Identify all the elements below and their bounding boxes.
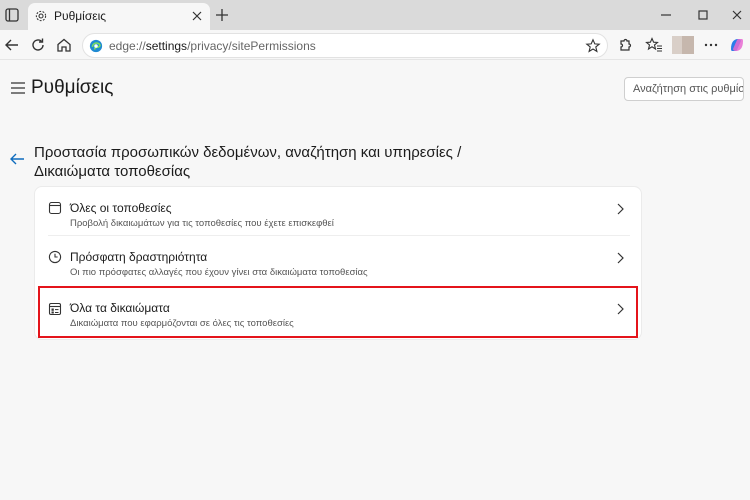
menu-icon[interactable]: [11, 82, 25, 94]
row-subtitle: Δικαιώματα που εφαρμόζονται σε όλες τις …: [70, 318, 294, 329]
maximize-icon[interactable]: [694, 6, 712, 24]
window-close-icon[interactable]: [728, 6, 746, 24]
row-title: Όλα τα δικαιώματα: [70, 301, 170, 315]
page-title: Ρυθμίσεις: [31, 77, 114, 98]
browser-window-icon: [48, 201, 62, 215]
heading-line-1: Προστασία προσωπικών δεδομένων, αναζήτησ…: [34, 144, 462, 161]
tab-title: Ρυθμίσεις: [54, 9, 107, 23]
browser-toolbar: edge://settings/privacy/sitePermissions: [0, 30, 750, 60]
chevron-right-icon: [617, 303, 624, 315]
search-placeholder: Αναζήτηση στις ρυθμίσεις: [633, 83, 743, 95]
close-icon[interactable]: [190, 9, 204, 23]
url-text: edge://settings/privacy/sitePermissions: [109, 39, 316, 53]
favorites-icon[interactable]: [645, 36, 663, 54]
back-icon[interactable]: [3, 36, 21, 54]
home-icon[interactable]: [55, 36, 73, 54]
row-title: Πρόσφατη δραστηριότητα: [70, 250, 208, 264]
row-recent-activity[interactable]: Πρόσφατη δραστηριότητα Οι πιο πρόσφατες …: [35, 236, 641, 284]
refresh-icon[interactable]: [29, 36, 47, 54]
tab-settings[interactable]: Ρυθμίσεις: [28, 3, 210, 30]
row-all-permissions[interactable]: Όλα τα δικαιώματα Δικαιώματα που εφαρμόζ…: [38, 286, 638, 338]
tab-actions-icon[interactable]: [4, 7, 20, 23]
row-subtitle: Οι πιο πρόσφατες αλλαγές που έχουν γίνει…: [70, 267, 368, 278]
tab-strip: Ρυθμίσεις: [0, 0, 750, 30]
favorite-star-icon[interactable]: [585, 38, 601, 54]
heading-line-2: Δικαιώματα τοποθεσίας: [34, 163, 191, 180]
back-arrow-icon[interactable]: [9, 152, 25, 166]
permissions-card: Όλες οι τοποθεσίες Προβολή δικαιωμάτων γ…: [34, 186, 642, 340]
more-options-icon[interactable]: [702, 36, 720, 54]
permissions-list-icon: [48, 302, 62, 316]
new-tab-icon[interactable]: [214, 7, 230, 23]
gear-icon: [35, 10, 47, 22]
profile-avatar[interactable]: [672, 36, 694, 54]
chevron-right-icon: [617, 203, 624, 215]
settings-search-input[interactable]: Αναζήτηση στις ρυθμίσεις: [624, 77, 744, 101]
edge-logo-icon: [89, 39, 103, 53]
row-title: Όλες οι τοποθεσίες: [70, 201, 172, 215]
minimize-icon[interactable]: [657, 6, 675, 24]
extensions-icon[interactable]: [616, 36, 634, 54]
address-bar[interactable]: edge://settings/privacy/sitePermissions: [82, 33, 608, 58]
copilot-icon[interactable]: [728, 36, 746, 54]
chevron-right-icon: [617, 252, 624, 264]
row-all-sites[interactable]: Όλες οι τοποθεσίες Προβολή δικαιωμάτων γ…: [35, 187, 641, 235]
row-subtitle: Προβολή δικαιωμάτων για τις τοποθεσίες π…: [70, 218, 334, 229]
page-heading: Προστασία προσωπικών δεδομένων, αναζήτησ…: [34, 143, 514, 181]
clock-icon: [48, 250, 62, 264]
